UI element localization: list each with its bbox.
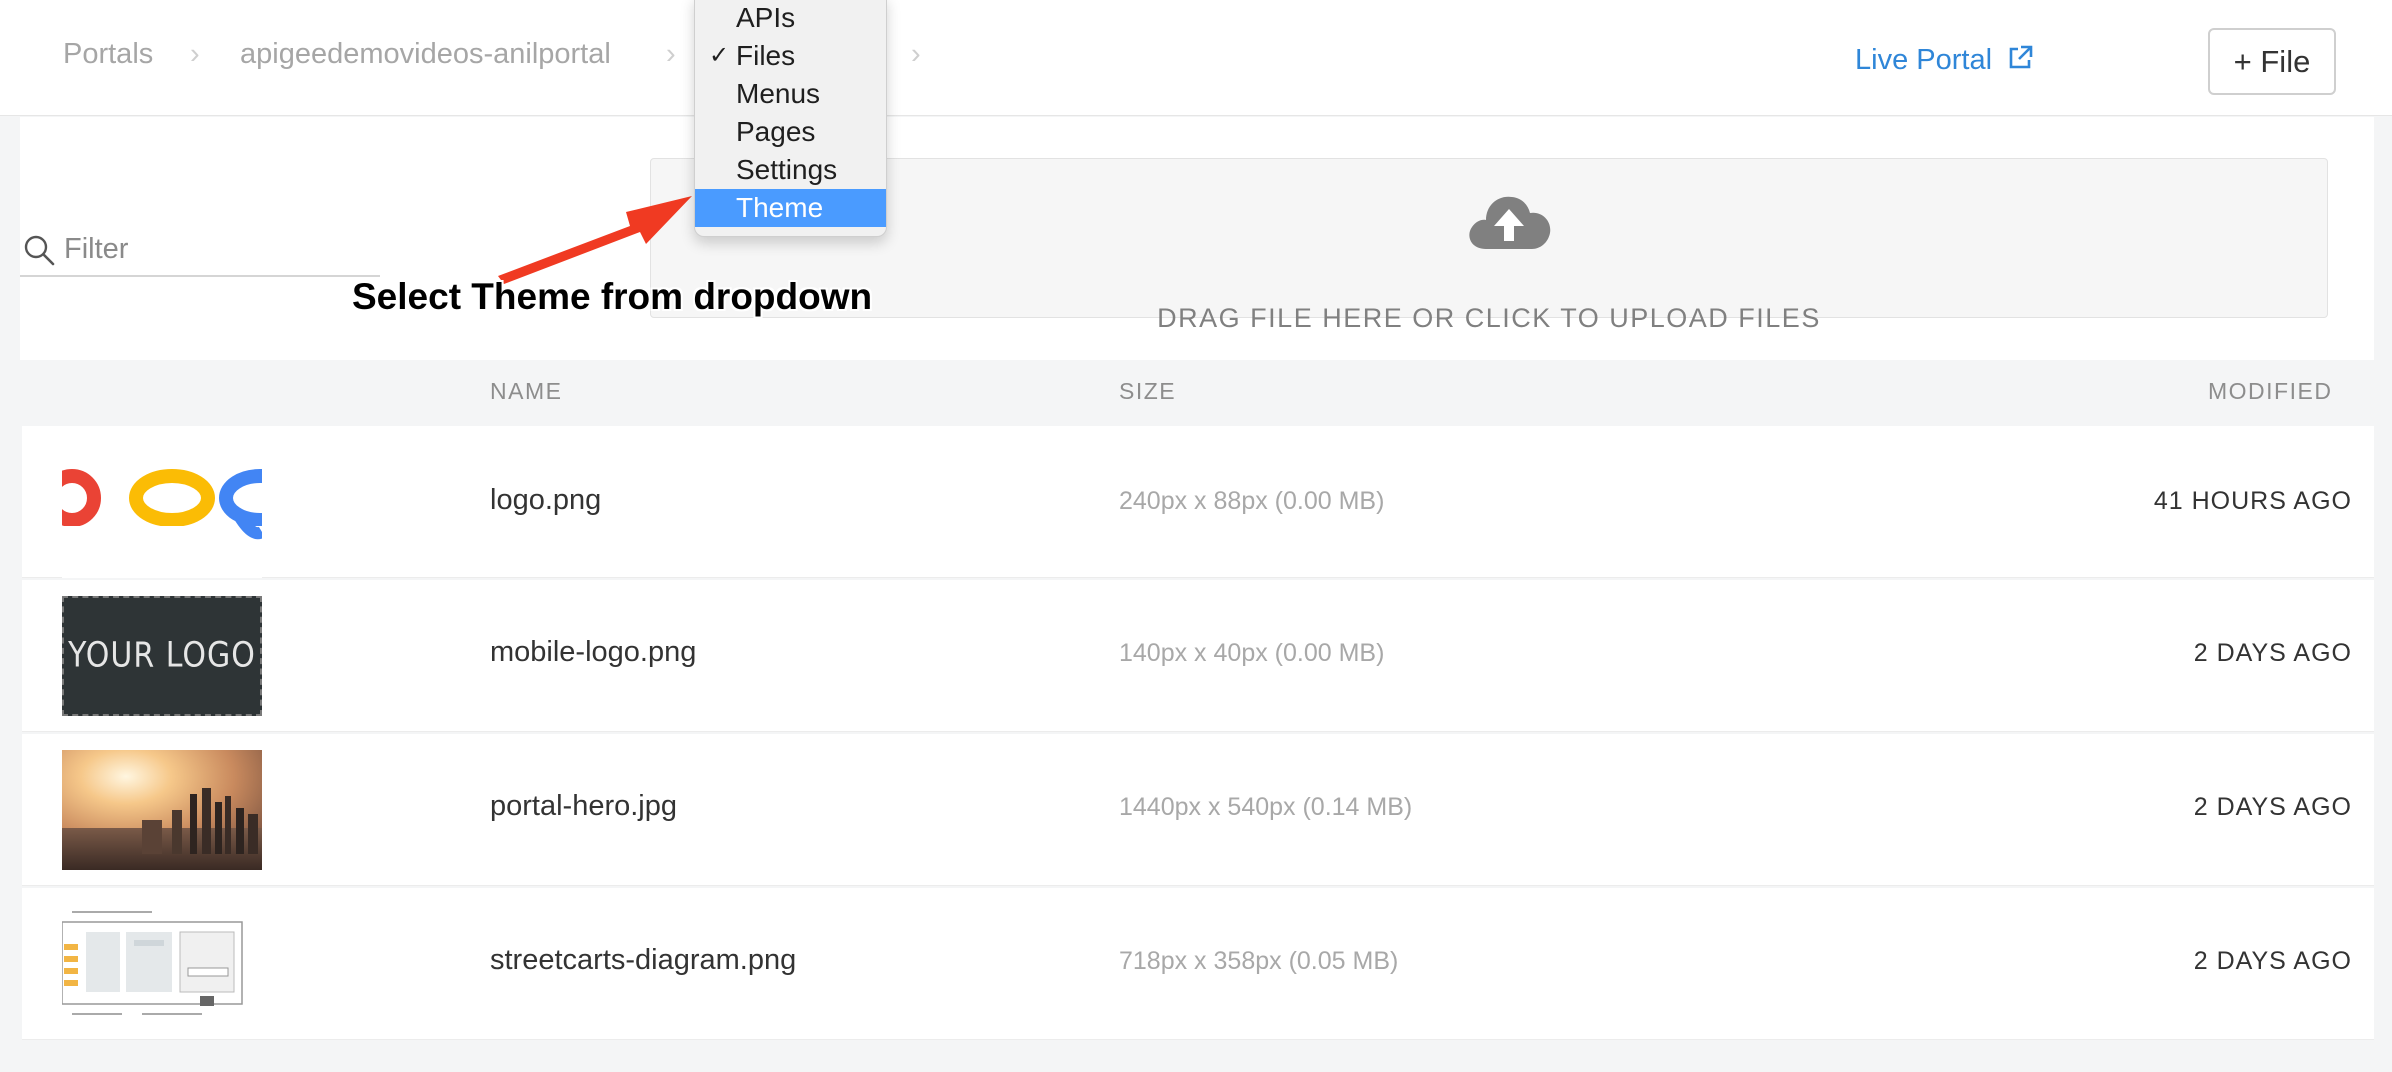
file-name[interactable]: logo.png [490, 484, 601, 517]
file-name[interactable]: portal-hero.jpg [490, 790, 677, 823]
live-portal-label: Live Portal [1855, 44, 1993, 76]
checkmark-icon: ✓ [709, 42, 730, 69]
file-modified: 41 HOURS AGO [2153, 487, 2352, 515]
menu-item-menus[interactable]: Menus [695, 75, 886, 113]
table-row[interactable]: logo.png 240px x 88px (0.00 MB) 41 HOURS… [22, 426, 2374, 578]
menu-item-label: Settings [736, 154, 838, 185]
cloud-upload-icon [1469, 196, 1551, 249]
menu-item-label: Menus [736, 78, 821, 109]
file-modified: 2 DAYS AGO [2193, 793, 2352, 821]
search-icon [24, 235, 55, 266]
chevron-right-icon: › [911, 38, 921, 70]
file-name[interactable]: streetcarts-diagram.png [490, 944, 796, 977]
menu-item-settings[interactable]: Settings [695, 151, 886, 189]
menu-item-apis[interactable]: APIs [695, 0, 886, 37]
file-thumbnail [62, 902, 262, 1022]
file-size: 1440px x 540px (0.14 MB) [1119, 793, 1413, 821]
filter-input[interactable] [64, 229, 364, 269]
live-portal-link[interactable]: Live Portal [1855, 44, 2034, 77]
menu-item-label: Files [736, 40, 796, 71]
menu-item-pages[interactable]: Pages [695, 113, 886, 151]
file-thumbnail [62, 750, 262, 870]
upload-section: DRAG FILE HERE OR CLICK TO UPLOAD FILES [20, 117, 2374, 360]
upload-dropzone[interactable]: DRAG FILE HERE OR CLICK TO UPLOAD FILES [650, 158, 2328, 333]
file-size: 240px x 88px (0.00 MB) [1119, 487, 1385, 515]
column-header-size[interactable]: SIZE [1119, 378, 1176, 405]
table-row[interactable]: YOUR LOGO mobile-logo.png 140px x 40px (… [22, 580, 2374, 732]
menu-item-label: APIs [736, 2, 796, 33]
breadcrumb-portals[interactable]: Portals [63, 38, 153, 71]
table-row[interactable]: portal-hero.jpg 1440px x 540px (0.14 MB)… [22, 734, 2374, 886]
file-name[interactable]: mobile-logo.png [490, 636, 696, 669]
section-dropdown-menu: APIs ✓ Files Menus Pages Settings Theme [694, 0, 887, 237]
annotation-text: Select Theme from dropdown [352, 276, 873, 317]
top-header: Portals › apigeedemovideos-anilportal › … [0, 0, 2392, 116]
file-modified: 2 DAYS AGO [2193, 639, 2352, 667]
file-size: 140px x 40px (0.00 MB) [1119, 639, 1385, 667]
menu-item-files[interactable]: ✓ Files [695, 37, 886, 75]
logo-placeholder-text: YOUR LOGO [68, 635, 256, 676]
table-row[interactable]: streetcarts-diagram.png 718px x 358px (0… [22, 888, 2374, 1040]
menu-item-label: Pages [736, 116, 816, 147]
menu-item-label: Theme [736, 192, 824, 223]
annotation-arrow [498, 196, 692, 284]
dropzone-text: DRAG FILE HERE OR CLICK TO UPLOAD FILES [1157, 303, 1821, 333]
column-header-modified[interactable]: MODIFIED [2208, 378, 2332, 405]
add-file-button[interactable]: + File [2208, 28, 2336, 95]
menu-item-theme[interactable]: Theme [695, 189, 886, 227]
external-link-icon [2009, 45, 2033, 69]
breadcrumb-portal-name[interactable]: apigeedemovideos-anilportal [240, 38, 611, 71]
file-thumbnail [62, 458, 262, 578]
file-modified: 2 DAYS AGO [2193, 947, 2352, 975]
filter-field [20, 225, 380, 277]
chevron-right-icon: › [666, 38, 676, 70]
file-size: 718px x 358px (0.05 MB) [1119, 947, 1399, 975]
column-header-name[interactable]: NAME [490, 378, 562, 405]
chevron-right-icon: › [190, 38, 200, 70]
file-thumbnail: YOUR LOGO [62, 596, 262, 716]
